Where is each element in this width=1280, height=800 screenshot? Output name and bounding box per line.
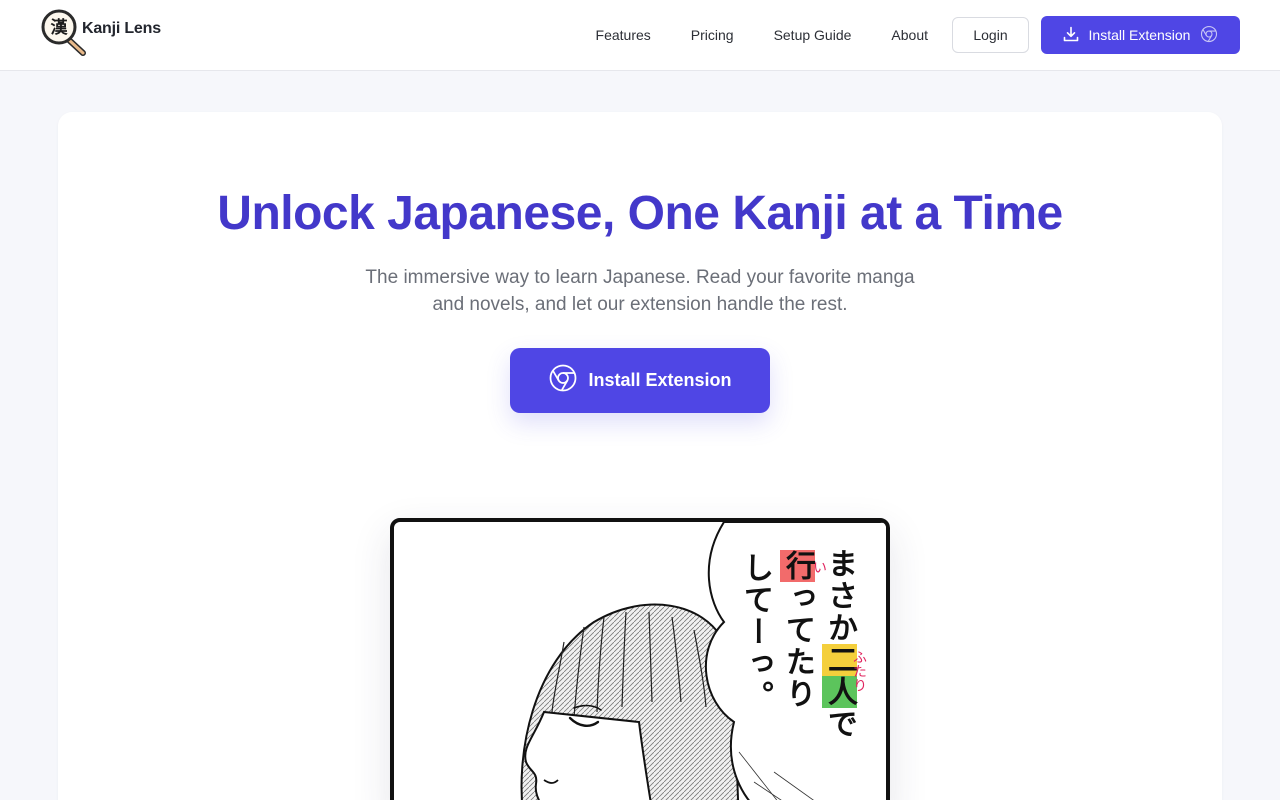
nav-link-features[interactable]: Features <box>596 27 651 43</box>
furigana-i: い <box>811 560 827 574</box>
hero-subtitle-line2: and novels, and let our extension handle… <box>432 294 848 315</box>
manga-text-de: で <box>822 708 857 740</box>
hero-title: Unlock Japanese, One Kanji at a Time <box>217 187 1063 240</box>
main-nav: Features Pricing Setup Guide About Login… <box>576 16 1240 54</box>
brand-name: Kanji Lens <box>82 20 161 37</box>
nav-link-about[interactable]: About <box>891 27 928 43</box>
download-icon <box>1063 26 1079 45</box>
nav-link-pricing[interactable]: Pricing <box>691 27 734 43</box>
nav-link-setup-guide[interactable]: Setup Guide <box>774 27 852 43</box>
kanji-highlight-iku[interactable]: 行 <box>780 550 815 582</box>
chrome-icon <box>548 363 578 398</box>
top-navbar: 漢 Kanji Lens Features Pricing Setup Guid… <box>0 0 1280 71</box>
manga-text-column-3: してーっ。 <box>738 552 773 712</box>
logo-kanji-glyph: 漢 <box>51 17 69 38</box>
hero-install-button[interactable]: Install Extension <box>510 348 770 413</box>
manga-text-masaka: まさか <box>822 548 857 644</box>
manga-text-column-2: 行ってたり <box>780 550 815 710</box>
hero-subtitle-line1: The immersive way to learn Japanese. Rea… <box>365 267 915 288</box>
hero-subtitle: The immersive way to learn Japanese. Rea… <box>340 264 940 318</box>
manga-text-column-1: まさか二人で <box>822 548 857 740</box>
header-install-label: Install Extension <box>1088 27 1191 43</box>
hero-install-label: Install Extension <box>588 370 732 390</box>
header-install-button[interactable]: Install Extension <box>1041 16 1240 54</box>
manga-demo-panel: まさか二人で ふたり 行ってたり い してーっ。 <box>390 518 890 800</box>
magnifier-kanji-icon: 漢 <box>40 8 90 58</box>
login-button[interactable]: Login <box>952 17 1029 53</box>
brand-logo[interactable]: 漢 Kanji Lens <box>40 8 161 58</box>
chrome-icon <box>1200 25 1218 46</box>
manga-text-ttetari: ってたり <box>780 582 815 710</box>
furigana-futari: ふたり <box>851 650 867 692</box>
